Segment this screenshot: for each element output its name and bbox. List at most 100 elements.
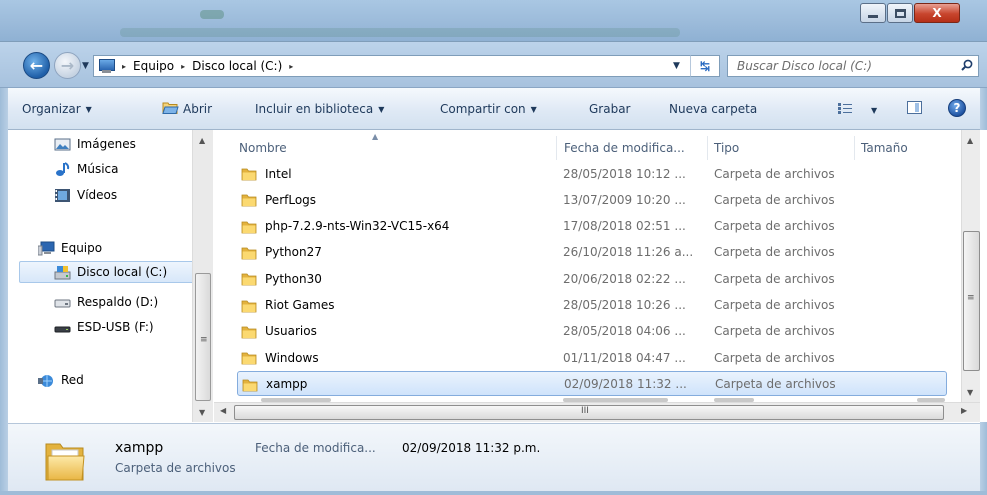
breadcrumb-separator[interactable]: ▸ (122, 62, 126, 71)
forward-button[interactable]: → (54, 52, 81, 79)
file-row[interactable]: Windows 01/11/2018 04:47 ... Carpeta de ar… (237, 345, 947, 370)
column-separator[interactable] (854, 136, 855, 160)
navigation-pane: Imágenes Música Vídeos Equipo Disco loca… (8, 130, 213, 422)
recent-pages-dropdown[interactable]: ▼ (82, 61, 89, 71)
file-modified-date: 01/11/2018 04:47 ... (563, 350, 686, 365)
window-border-bottom (0, 491, 987, 495)
navigation-scrollbar[interactable]: ▲ ≡ ▼ (192, 130, 213, 422)
folder-icon (241, 194, 257, 207)
scroll-left-arrow-icon[interactable]: ◀ (220, 406, 226, 415)
breadcrumb-local-disk[interactable]: Disco local (C:) (192, 59, 282, 73)
file-row[interactable]: PerfLogs 13/07/2009 10:20 ... Carpeta de a… (237, 187, 947, 212)
folder-icon (241, 326, 257, 339)
file-name: Riot Games (265, 298, 335, 312)
preview-pane-icon[interactable] (907, 101, 922, 114)
window-border-left (0, 88, 8, 495)
folder-icon (241, 168, 257, 181)
file-name: Usuarios (265, 324, 317, 339)
chevron-down-icon: ▼ (378, 105, 385, 114)
address-bar[interactable]: ▸ Equipo ▸ Disco local (C:) ▸ (93, 55, 717, 77)
local-disk-icon (54, 265, 71, 279)
file-modified-date: 28/05/2018 10:26 ... (563, 298, 686, 312)
file-type: Carpeta de archivos (714, 271, 835, 286)
scroll-grip-icon: III (581, 406, 589, 416)
file-modified-date: 26/10/2018 11:26 a... (563, 245, 694, 260)
computer-icon (38, 241, 55, 255)
column-header-name[interactable]: Nombre (239, 136, 287, 160)
address-dropdown-button[interactable]: ▼ (673, 61, 680, 71)
close-icon: X (932, 6, 942, 20)
file-name: Python30 (265, 271, 322, 286)
scroll-up-arrow-icon[interactable]: ▲ (199, 136, 205, 145)
column-separator[interactable] (556, 136, 557, 160)
folder-icon (241, 221, 257, 233)
scroll-up-arrow-icon[interactable]: ▲ (967, 136, 973, 145)
file-row[interactable]: Riot Games 28/05/2018 10:26 ... Carpeta de… (237, 293, 947, 318)
refresh-icon: ↹ (699, 59, 711, 73)
column-header-size[interactable]: Tamaño (861, 136, 908, 160)
breadcrumb-equipo[interactable]: Equipo (133, 59, 174, 73)
file-row[interactable]: php-7.2.9-nts-Win32-VC15-x64 17/08/2018 0… (237, 214, 947, 239)
help-icon[interactable]: ? (948, 99, 966, 117)
chevron-down-icon: ▼ (871, 106, 878, 115)
change-view-icon[interactable] (838, 103, 852, 114)
file-type: Carpeta de archivos (714, 219, 835, 234)
horizontal-scrollbar[interactable]: ◀ III ▶ (214, 402, 980, 422)
new-folder-button[interactable]: Nueva carpeta (669, 102, 757, 116)
maximize-icon (894, 8, 906, 18)
file-name: xampp (266, 376, 308, 391)
file-row[interactable]: Python27 26/10/2018 11:26 a... Carpeta de … (237, 240, 947, 265)
search-icon[interactable] (961, 59, 973, 71)
open-button[interactable]: Abrir (183, 102, 212, 116)
folder-icon (241, 300, 257, 312)
nav-item-red[interactable]: Red (38, 369, 84, 391)
open-folder-icon (162, 102, 179, 114)
minimize-button[interactable] (860, 3, 886, 23)
nav-item-imagenes[interactable]: Imágenes (54, 133, 136, 155)
blurred-menu-fragment (120, 28, 680, 37)
nav-item-disco-local[interactable]: Disco local (C:) (19, 261, 197, 283)
breadcrumb-separator[interactable]: ▸ (289, 62, 293, 71)
details-date-label: Fecha de modifica... (255, 441, 376, 455)
search-input[interactable]: Buscar Disco local (C:) (727, 55, 979, 77)
details-file-name: xampp (115, 440, 164, 456)
maximize-button[interactable] (887, 3, 913, 23)
horizontal-scroll-thumb[interactable]: III (234, 405, 944, 420)
view-options-dropdown[interactable]: ▼ (866, 103, 877, 117)
column-header-type[interactable]: Tipo (714, 136, 739, 160)
address-row: ← → ▼ ▸ Equipo ▸ Disco local (C:) ▸ ▼ ↹ … (0, 42, 987, 88)
file-row[interactable]: Python30 20/06/2018 02:22 ... Carpeta de a… (237, 266, 947, 291)
nav-item-esd-usb[interactable]: ESD-USB (F:) (54, 316, 154, 338)
scroll-right-arrow-icon[interactable]: ▶ (961, 406, 967, 415)
file-row[interactable]: Intel 28/05/2018 10:12 ... Carpeta de arch… (237, 161, 947, 186)
burn-button[interactable]: Grabar (589, 102, 631, 116)
include-in-library-menu[interactable]: Incluir en biblioteca ▼ (255, 102, 384, 116)
column-separator[interactable] (707, 136, 708, 160)
file-modified-date: 28/05/2018 10:12 ... (563, 166, 686, 181)
column-header-date[interactable]: Fecha de modifica... (564, 136, 685, 160)
folder-icon (241, 273, 257, 286)
file-name: Intel (265, 166, 292, 181)
file-row[interactable]: xampp 02/09/2018 11:32 ... Carpeta de arch… (237, 371, 947, 397)
nav-item-respaldo[interactable]: Respaldo (D:) (54, 291, 158, 313)
breadcrumb-separator[interactable]: ▸ (181, 62, 185, 71)
scroll-down-arrow-icon[interactable]: ▼ (967, 388, 973, 397)
refresh-button[interactable]: ↹ (690, 55, 720, 77)
sort-ascending-icon: ▲ (372, 132, 379, 141)
chevron-down-icon: ▼ (85, 105, 92, 114)
share-with-menu[interactable]: Compartir con ▼ (440, 102, 537, 116)
nav-item-equipo[interactable]: Equipo (38, 237, 102, 259)
scroll-down-arrow-icon[interactable]: ▼ (199, 408, 205, 417)
vertical-scrollbar[interactable]: ▲ ≡ ▼ (961, 130, 980, 402)
back-button[interactable]: ← (23, 52, 50, 79)
nav-item-musica[interactable]: Música (54, 158, 119, 180)
usb-drive-icon (54, 326, 71, 332)
file-row[interactable]: Usuarios 28/05/2018 04:06 ... Carpeta de a… (237, 319, 947, 344)
organize-menu[interactable]: Organizar ▼ (22, 102, 92, 116)
blurred-title-fragment (200, 10, 224, 19)
details-pane: xampp Carpeta de archivos Fecha de modif… (8, 423, 980, 491)
file-name: Windows (265, 350, 319, 365)
nav-item-videos[interactable]: Vídeos (54, 184, 117, 206)
close-button[interactable]: X (914, 3, 960, 23)
drive-icon (54, 299, 71, 307)
